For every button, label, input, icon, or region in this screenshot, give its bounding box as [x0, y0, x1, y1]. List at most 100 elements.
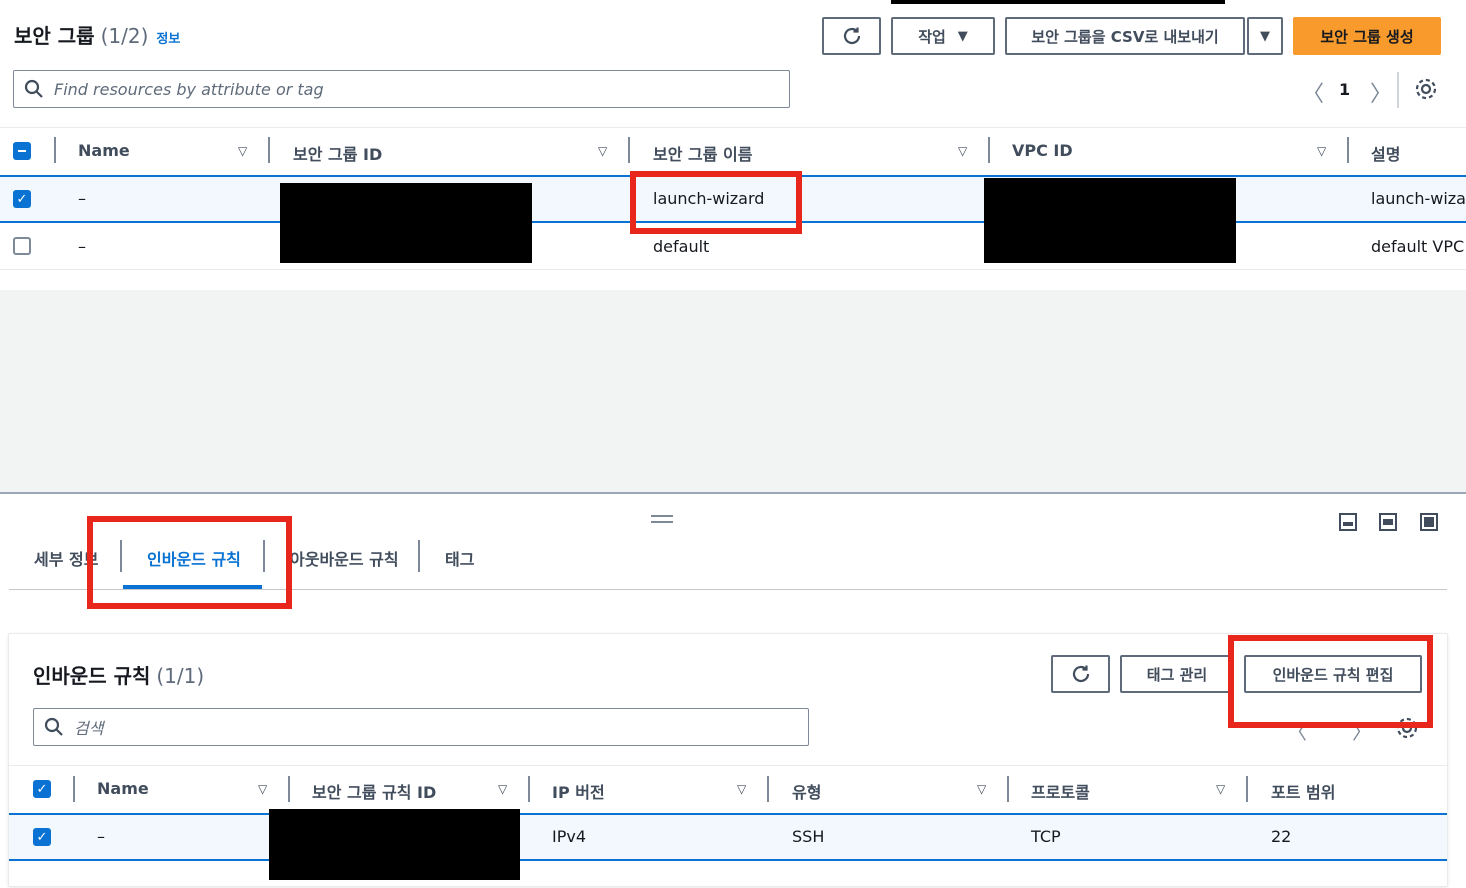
refresh-icon: [843, 27, 860, 45]
row-name: –: [78, 189, 86, 208]
sort-icon[interactable]: ▽: [238, 144, 247, 158]
actions-button[interactable]: 작업 ▼: [891, 17, 995, 55]
gear-icon[interactable]: [1414, 77, 1438, 105]
sort-icon[interactable]: ▽: [958, 144, 967, 158]
tab-outbound-rules[interactable]: 아웃바운드 규칙: [290, 546, 399, 570]
redacted-group-id: [280, 183, 532, 263]
row-description: default VPC: [1371, 237, 1465, 256]
column-separator[interactable]: [628, 137, 630, 163]
caret-down-icon: ▼: [957, 28, 968, 44]
redaction-bar: [891, 0, 1225, 4]
column-separator[interactable]: [988, 137, 990, 163]
chevron-right-icon[interactable]: 〉: [1370, 76, 1392, 108]
row-name: –: [78, 237, 86, 256]
column-header-group-name[interactable]: 보안 그룹 이름: [653, 141, 752, 165]
row-divider: [0, 269, 1466, 270]
highlight-launch-wizard: [630, 171, 802, 234]
selection-count: (1/2): [100, 24, 149, 48]
row-port-range: 22: [1271, 827, 1292, 846]
inbound-title: 인바운드 규칙: [33, 664, 151, 688]
manage-tags-button[interactable]: 태그 관리: [1120, 655, 1234, 693]
column-header-port-range[interactable]: 포트 범위: [1271, 779, 1335, 803]
column-separator[interactable]: [528, 776, 530, 802]
column-separator[interactable]: [1246, 776, 1248, 802]
redacted-vpc-id: [984, 178, 1236, 263]
row-checkbox[interactable]: ✓: [13, 190, 31, 208]
panel-side-icon[interactable]: [1378, 512, 1398, 536]
column-separator: [54, 137, 56, 163]
page-number[interactable]: 1: [1339, 80, 1350, 99]
column-separator: [73, 776, 75, 802]
column-header-description[interactable]: 설명: [1371, 141, 1400, 165]
column-separator[interactable]: [1007, 776, 1009, 802]
sort-icon[interactable]: ▽: [498, 782, 507, 796]
refresh-icon: [1072, 665, 1089, 683]
column-header-protocol[interactable]: 프로토콜: [1031, 779, 1090, 803]
pager-divider: [1397, 72, 1399, 108]
table-top-border: [9, 765, 1447, 766]
column-separator[interactable]: [767, 776, 769, 802]
highlight-edit-inbound: [1228, 635, 1433, 728]
redacted-rule-id: [269, 809, 520, 880]
row-type: SSH: [792, 827, 825, 846]
sort-icon[interactable]: ▽: [1317, 144, 1326, 158]
column-header-vpc-id[interactable]: VPC ID: [1012, 141, 1073, 160]
tab-tags[interactable]: 태그: [445, 546, 474, 570]
resource-search-input[interactable]: Find resources by attribute or tag: [13, 70, 790, 108]
drag-handle-icon[interactable]: [651, 515, 673, 523]
row-protocol: TCP: [1031, 827, 1061, 846]
column-separator[interactable]: [268, 137, 270, 163]
search-placeholder: Find resources by attribute or tag: [54, 79, 324, 99]
search-icon: [44, 717, 63, 736]
table-row[interactable]: [9, 813, 1447, 861]
inbound-header: 인바운드 규칙 (1/1): [33, 660, 204, 689]
search-icon: [24, 79, 43, 98]
row-name: –: [97, 827, 105, 846]
highlight-inbound-tab: [87, 516, 292, 609]
sort-icon[interactable]: ▽: [737, 782, 746, 796]
row-group-name: default: [653, 237, 710, 256]
info-link[interactable]: 정보: [156, 28, 180, 47]
table-top-border: [0, 127, 1466, 128]
select-all-checkbox[interactable]: [13, 142, 31, 160]
export-dropdown-button[interactable]: ▼: [1247, 17, 1283, 55]
column-header-rule-id[interactable]: 보안 그룹 규칙 ID: [312, 779, 436, 803]
row-description: launch-wizar: [1371, 189, 1466, 208]
column-header-type[interactable]: 유형: [792, 779, 821, 803]
export-label: 보안 그룹을 CSV로 내보내기: [1031, 27, 1219, 46]
sort-icon[interactable]: ▽: [598, 144, 607, 158]
row-checkbox[interactable]: [13, 237, 31, 255]
create-security-group-button[interactable]: 보안 그룹 생성: [1293, 17, 1441, 55]
sort-icon[interactable]: ▽: [258, 782, 267, 796]
split-panel-divider[interactable]: [0, 492, 1466, 494]
export-csv-button[interactable]: 보안 그룹을 CSV로 내보내기: [1005, 17, 1245, 55]
inbound-count: (1/1): [156, 664, 205, 688]
column-header-name[interactable]: Name: [97, 779, 149, 798]
column-separator[interactable]: [1347, 137, 1349, 163]
inbound-search-placeholder: 검색: [74, 719, 104, 738]
sort-icon[interactable]: ▽: [1216, 782, 1225, 796]
chevron-left-icon[interactable]: 〈: [1302, 76, 1324, 108]
column-header-group-id[interactable]: 보안 그룹 ID: [293, 141, 382, 165]
column-header-name[interactable]: Name: [78, 141, 130, 160]
security-groups-panel: 보안 그룹 (1/2) 정보 작업 ▼ 보안 그룹을 CSV로 내보내기 ▼ 보…: [0, 0, 1466, 290]
panel-bottom-icon[interactable]: [1338, 512, 1358, 536]
tab-separator: [418, 540, 420, 572]
page-title: 보안 그룹: [14, 24, 95, 48]
inbound-refresh-button[interactable]: [1051, 655, 1110, 693]
actions-label: 작업: [918, 27, 946, 46]
page-header: 보안 그룹 (1/2) 정보: [14, 20, 180, 49]
empty-area: [0, 290, 1466, 492]
select-all-checkbox[interactable]: ✓: [33, 780, 51, 798]
column-header-ip-version[interactable]: IP 버전: [552, 779, 605, 803]
caret-down-icon: ▼: [1260, 28, 1270, 44]
manage-tags-label: 태그 관리: [1146, 665, 1208, 684]
row-ip-version: IPv4: [552, 827, 587, 846]
column-separator[interactable]: [288, 776, 290, 802]
inbound-search-input[interactable]: 검색: [33, 708, 809, 746]
sort-icon[interactable]: ▽: [977, 782, 986, 796]
create-label: 보안 그룹 생성: [1320, 27, 1414, 46]
panel-full-icon[interactable]: [1419, 512, 1439, 536]
refresh-button[interactable]: [822, 17, 881, 55]
row-checkbox[interactable]: ✓: [33, 828, 51, 846]
